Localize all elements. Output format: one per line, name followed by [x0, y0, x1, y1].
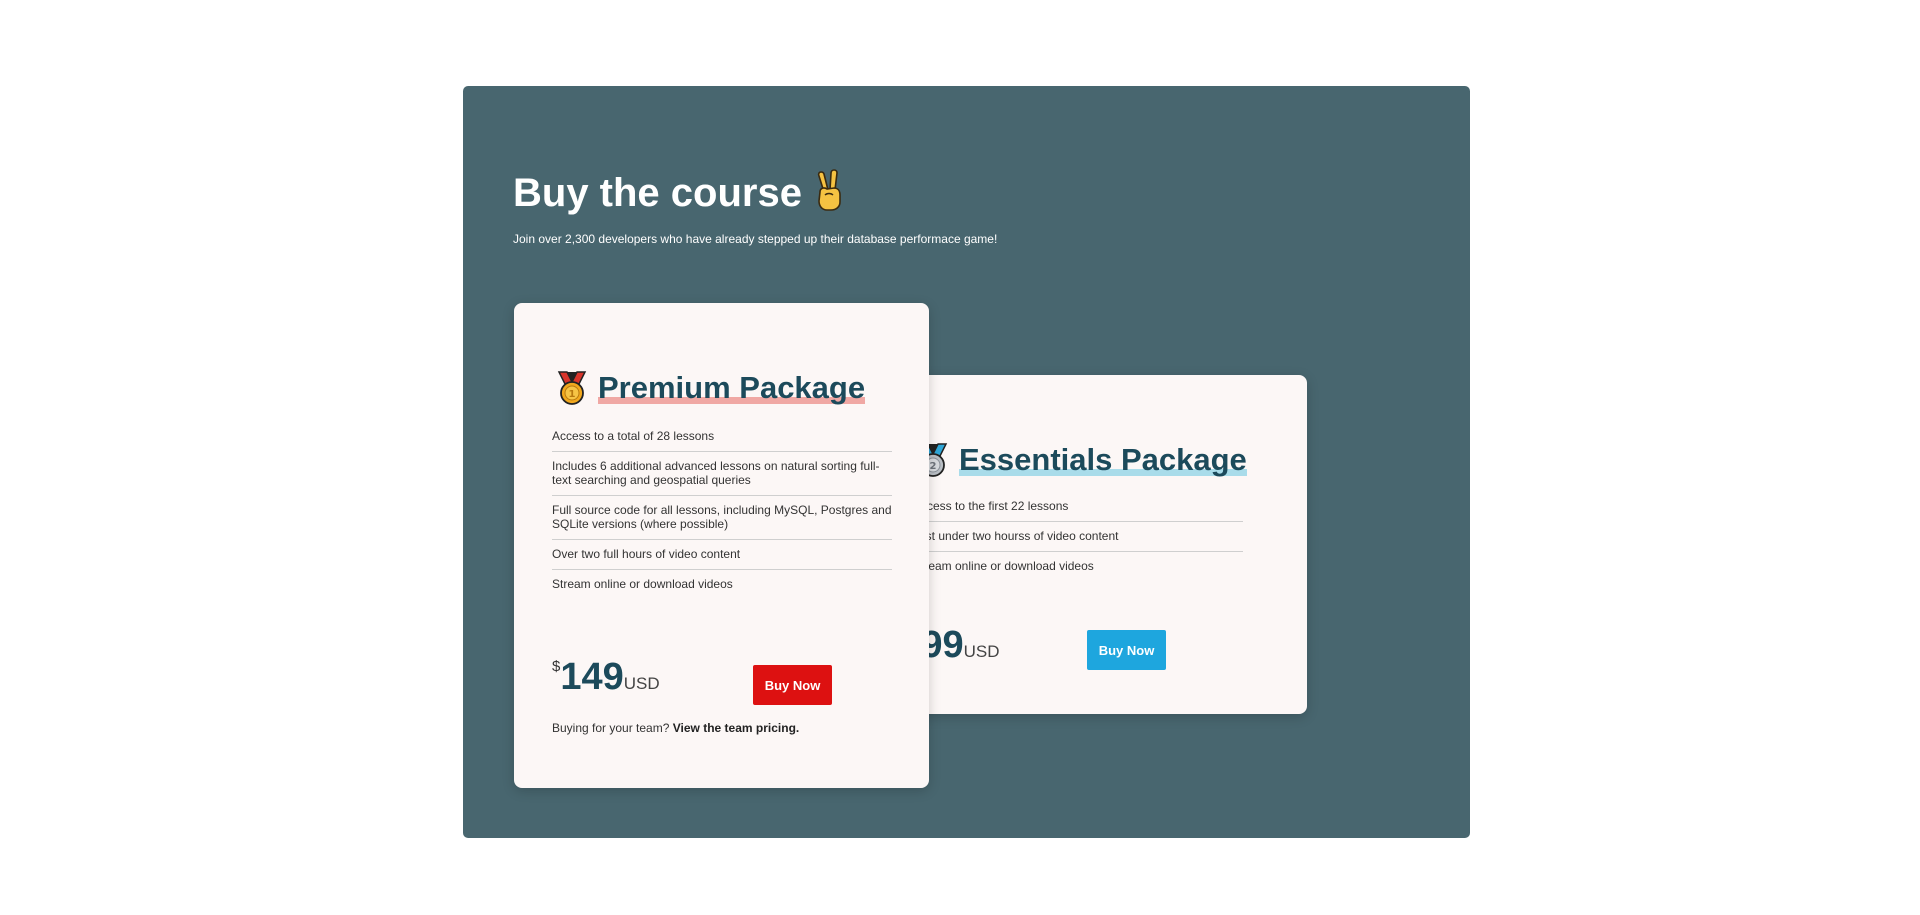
team-pricing-note: Buying for your team? View the team pric…: [552, 721, 799, 735]
premium-package-heading: 1 Premium Package: [554, 370, 866, 406]
price-unit: USD: [963, 642, 1000, 661]
price-unit: USD: [623, 674, 660, 693]
list-item: Access to the first 22 lessons: [913, 499, 1243, 522]
premium-buy-now-button[interactable]: Buy Now: [753, 665, 832, 705]
essentials-package-heading: 2 Essentials Package: [915, 442, 1247, 478]
team-pricing-link[interactable]: View the team pricing.: [673, 721, 799, 735]
list-item: Access to a total of 28 lessons: [552, 429, 892, 452]
svg-text:1: 1: [569, 389, 576, 400]
section-title-text: Buy the course: [513, 171, 802, 215]
section-title: Buy the course: [513, 168, 846, 223]
essentials-package-title: Essentials Package: [959, 442, 1247, 478]
team-pricing-prefix: Buying for your team?: [552, 721, 670, 735]
pricing-section: Buy the course Join over 2,300 developer…: [463, 86, 1470, 838]
essentials-package-card: 2 Essentials Package Access to the first…: [883, 375, 1307, 714]
list-item: Stream online or download videos: [913, 559, 1094, 573]
svg-text:2: 2: [930, 461, 937, 472]
premium-package-card: 1 Premium Package Access to a total of 2…: [514, 303, 929, 788]
essentials-feature-list: Access to the first 22 lessons Just unde…: [913, 499, 1243, 581]
victory-hand-icon: [812, 168, 846, 223]
price-amount: 149: [560, 656, 624, 698]
essentials-buy-now-button[interactable]: Buy Now: [1087, 630, 1166, 670]
gold-medal-icon: 1: [554, 370, 590, 406]
list-item: Over two full hours of video content: [552, 540, 892, 570]
list-item: Full source code for all lessons, includ…: [552, 496, 892, 540]
section-subtitle: Join over 2,300 developers who have alre…: [513, 232, 998, 246]
list-item: Just under two hourss of video content: [913, 522, 1243, 552]
premium-feature-list: Access to a total of 28 lessons Includes…: [552, 429, 892, 599]
premium-price: $149USD: [552, 655, 660, 699]
list-item: Includes 6 additional advanced lessons o…: [552, 452, 892, 496]
premium-package-title: Premium Package: [598, 370, 866, 406]
list-item: Stream online or download videos: [552, 577, 733, 591]
